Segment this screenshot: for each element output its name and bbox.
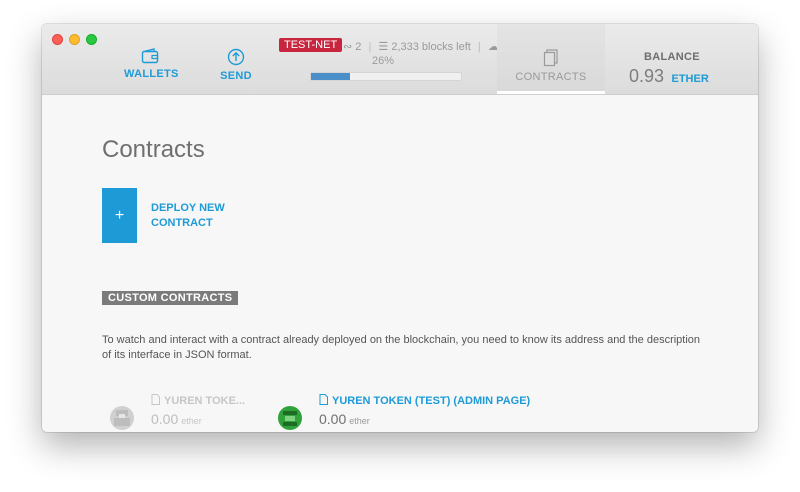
nav-contracts-label: CONTRACTS: [515, 71, 587, 83]
nav-wallets[interactable]: WALLETS: [124, 48, 179, 80]
app-window: WALLETS SEND TEST-NET ∾ 2 | ☰ 2,333 bloc…: [42, 24, 758, 432]
deploy-label-line2: CONTRACT: [151, 217, 213, 229]
contract-item[interactable]: YUREN TOKE... 0.00 ether: [110, 394, 270, 432]
contract-balance-unit: ether: [181, 416, 202, 426]
blocks-left: 2,333 blocks left: [391, 41, 471, 53]
nav-send[interactable]: SEND: [214, 48, 258, 82]
plus-icon: +: [114, 206, 125, 224]
nav-send-label: SEND: [220, 70, 252, 82]
contracts-icon: [543, 49, 558, 67]
sync-status: ∾ 2 | ☰ 2,333 blocks left | ☁: [343, 40, 499, 53]
nav-contracts[interactable]: CONTRACTS: [497, 24, 605, 94]
maximize-window-button[interactable]: [86, 34, 97, 45]
contract-identicon: [278, 406, 302, 430]
contract-name: YUREN TOKEN (TEST) (ADMIN PAGE): [319, 394, 530, 407]
minimize-window-button[interactable]: [69, 34, 80, 45]
document-icon: [319, 394, 328, 405]
blocks-icon: ☰: [378, 41, 389, 53]
contract-item[interactable]: YUREN TOKEN (TEST) (ADMIN PAGE) 0.00 ethe…: [278, 394, 558, 432]
section-title-custom-contracts: CUSTOM CONTRACTS: [102, 291, 239, 305]
wallet-icon: [141, 48, 159, 64]
balance: 0.93 ETHER: [629, 66, 709, 87]
deploy-contract-button[interactable]: +: [102, 188, 137, 243]
contract-balance-amount: 0.00: [151, 411, 179, 427]
divider: |: [368, 41, 372, 53]
contract-balance: 0.00 ether: [319, 411, 370, 429]
deploy-contract-link[interactable]: DEPLOY NEW CONTRACT: [151, 201, 225, 231]
divider: |: [477, 41, 481, 53]
close-window-button[interactable]: [52, 34, 63, 45]
sync-progress-bar: [310, 72, 462, 81]
top-bar: WALLETS SEND TEST-NET ∾ 2 | ☰ 2,333 bloc…: [42, 24, 758, 95]
peer-count: 2: [355, 41, 362, 53]
network-badge: TEST-NET: [279, 38, 343, 52]
peers-icon: ∾: [343, 41, 353, 53]
contract-name: YUREN TOKE...: [151, 394, 245, 407]
window-controls: [52, 34, 97, 45]
deploy-label-line1: DEPLOY NEW: [151, 202, 225, 214]
section-description: To watch and interact with a contract al…: [102, 334, 701, 361]
balance-label: BALANCE: [644, 51, 700, 63]
nav-wallets-label: WALLETS: [124, 68, 179, 80]
page-title: Contracts: [102, 136, 205, 164]
sync-progress-fill: [311, 73, 350, 80]
sync-percent: 26%: [372, 55, 395, 67]
contract-identicon: [110, 406, 134, 430]
balance-amount: 0.93: [629, 66, 665, 86]
document-icon: [151, 394, 160, 405]
contract-balance: 0.00 ether: [151, 411, 202, 429]
balance-unit[interactable]: ETHER: [672, 73, 709, 85]
contract-balance-amount: 0.00: [319, 411, 347, 427]
send-icon: [227, 48, 245, 66]
contract-balance-unit: ether: [349, 416, 370, 426]
